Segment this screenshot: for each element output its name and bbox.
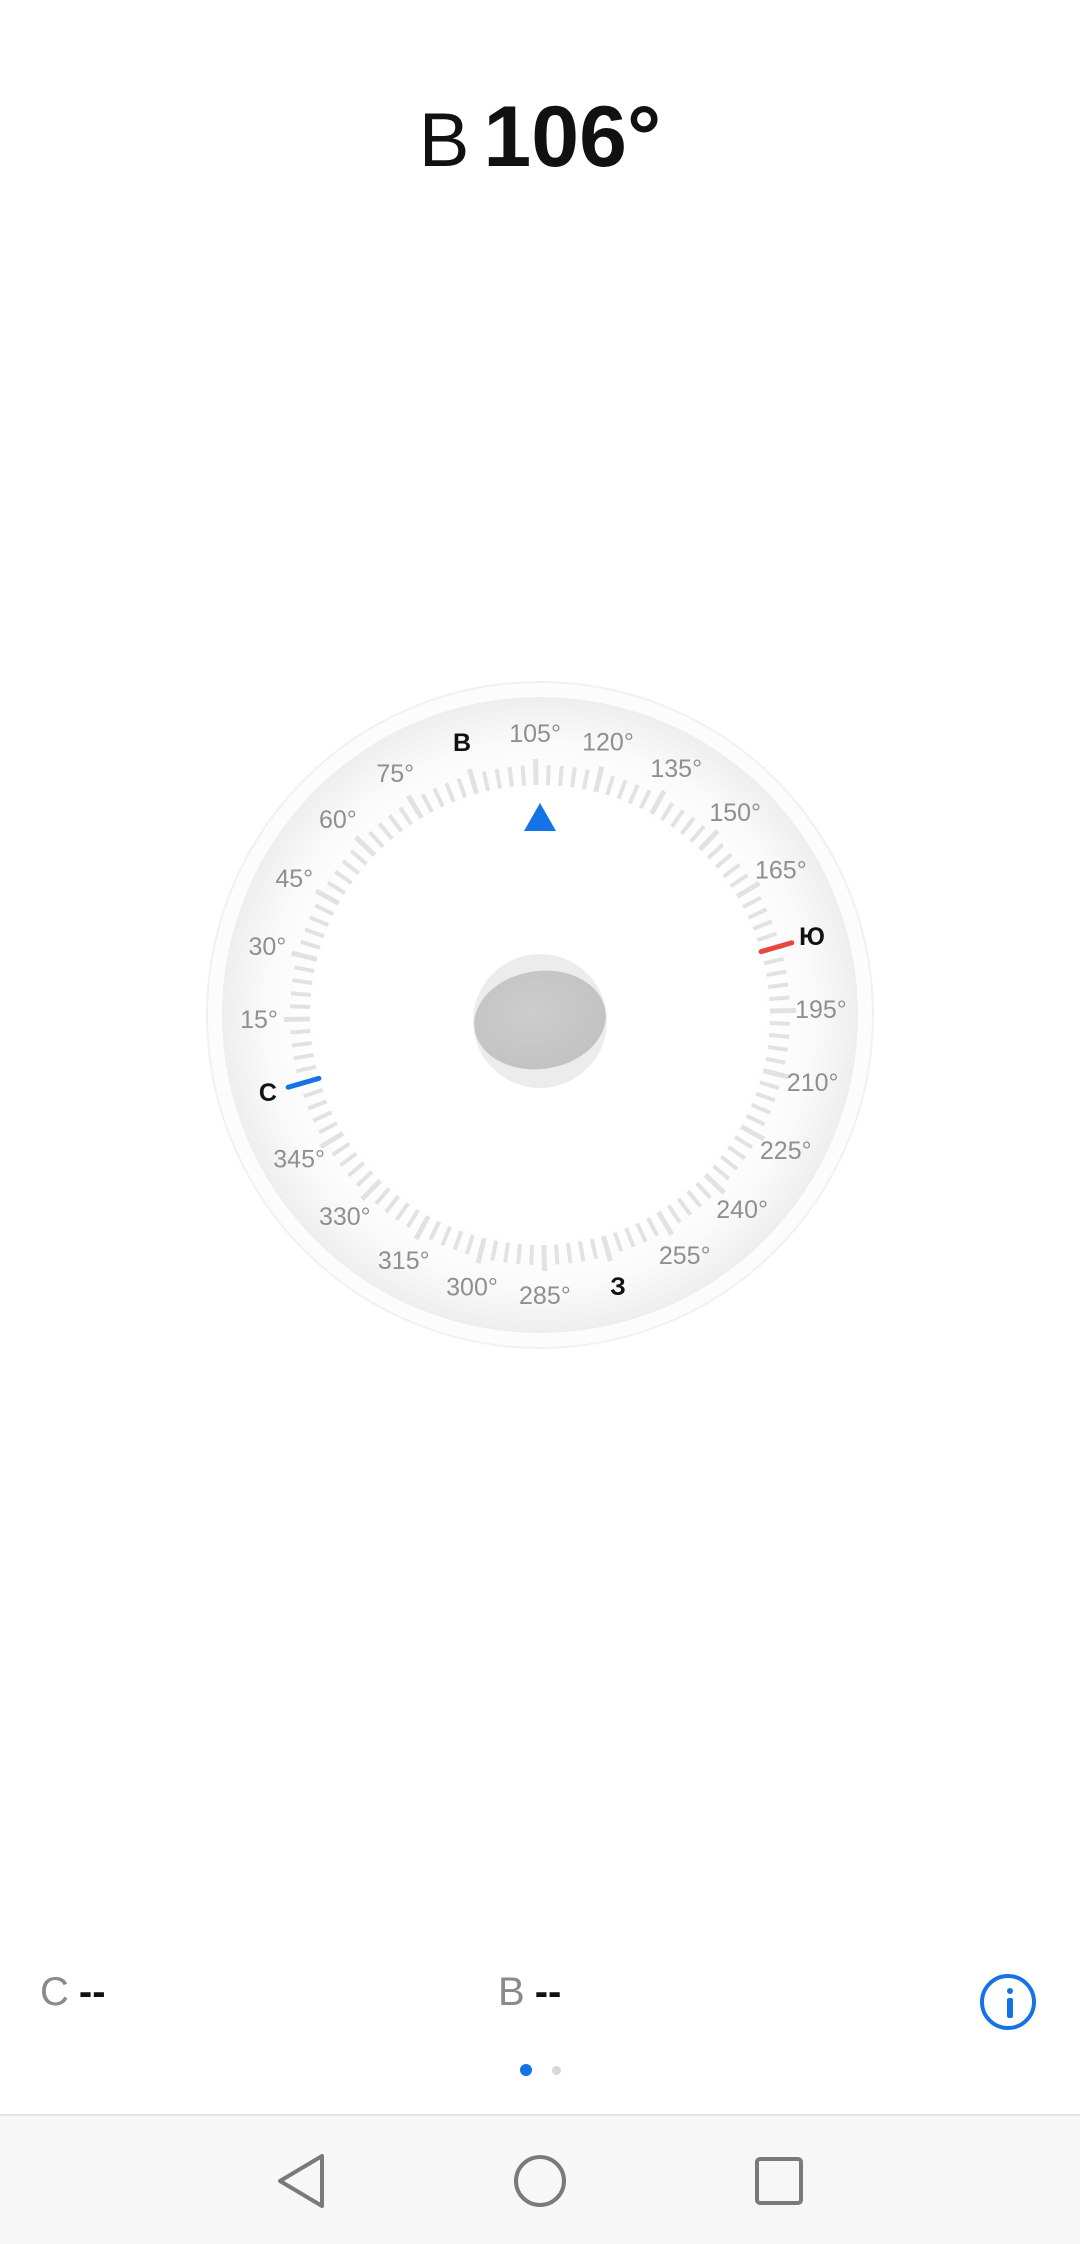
- degree-label: 105°: [509, 720, 561, 748]
- info-dot: [1007, 1988, 1013, 1994]
- home-icon[interactable]: [505, 2146, 575, 2216]
- tick-mark: [520, 765, 526, 786]
- degree-label: 300°: [446, 1274, 498, 1302]
- degree-label: 285°: [519, 1282, 571, 1310]
- degree-label: 60°: [319, 806, 357, 834]
- degree-label: 195°: [795, 996, 847, 1024]
- degree-label: 45°: [275, 865, 313, 893]
- tick-mark: [769, 995, 790, 1001]
- tick-mark: [292, 978, 313, 985]
- degree-label: 315°: [378, 1247, 430, 1275]
- cardinal-label: Ю: [799, 923, 825, 951]
- navigation-bar: [0, 2114, 1080, 2244]
- info-icon[interactable]: [980, 1974, 1036, 2030]
- degree-label: 255°: [659, 1242, 711, 1270]
- degree-label: 150°: [709, 799, 761, 827]
- degree-label: 165°: [755, 856, 807, 884]
- tick-mark: [546, 765, 551, 786]
- latitude-prefix: С: [40, 1970, 69, 2014]
- latitude-value: --: [78, 1970, 106, 2014]
- compass-screen: В 106° 15° 30° 45° 60° 75° 105° 120° 135° 150° 165…: [0, 0, 1080, 2244]
- longitude-readout: В --: [498, 1970, 561, 2015]
- compass-area: 15° 30° 45° 60° 75° 105° 120° 135° 150° 165° 195° 2…: [0, 0, 1080, 2244]
- longitude-prefix: В: [498, 1970, 525, 2014]
- tick-mark: [767, 1045, 788, 1052]
- degree-label: 15°: [240, 1006, 278, 1034]
- tick-mark: [503, 1242, 510, 1263]
- tick-mark: [507, 766, 514, 787]
- tick-mark: [290, 1029, 311, 1035]
- longitude-value: --: [534, 1970, 562, 2014]
- cardinal-label: С: [259, 1079, 277, 1107]
- cardinal-label: В: [453, 729, 471, 757]
- degree-label: 345°: [273, 1146, 325, 1174]
- degree-label: 75°: [376, 760, 414, 788]
- degree-label: 120°: [582, 728, 634, 756]
- degree-label: 135°: [650, 755, 702, 783]
- recents-icon[interactable]: [744, 2146, 814, 2216]
- page-dot-active: [519, 2064, 532, 2076]
- tick-mark: [558, 765, 564, 787]
- compass-dial[interactable]: 15° 30° 45° 60° 75° 105° 120° 135°150° 165° 195° 2…: [0, 0, 1080, 2244]
- tick-mark: [291, 1041, 312, 1048]
- degree-label: 225°: [760, 1137, 812, 1165]
- tick-mark: [566, 1243, 573, 1264]
- tick-mark: [516, 1243, 522, 1265]
- page-indicator: [0, 2064, 1080, 2076]
- cardinal-label: З: [610, 1273, 626, 1301]
- info-bar: [1007, 1998, 1013, 2018]
- tick-mark: [554, 1244, 560, 1265]
- tick-mark: [768, 982, 789, 989]
- tick-mark: [290, 1004, 311, 1009]
- degree-label: 330°: [319, 1203, 371, 1231]
- tick-mark: [570, 767, 577, 788]
- tick-mark: [290, 991, 312, 997]
- degree-label: 240°: [716, 1196, 768, 1224]
- latitude-readout: С --: [40, 1970, 106, 2015]
- tick-mark: [769, 1021, 790, 1026]
- degree-label: 210°: [787, 1069, 839, 1097]
- degree-label: 30°: [248, 933, 286, 961]
- page-dot: [551, 2066, 561, 2075]
- tick-mark: [768, 1033, 790, 1039]
- tick-mark: [529, 1244, 534, 1265]
- back-icon[interactable]: [266, 2146, 336, 2216]
